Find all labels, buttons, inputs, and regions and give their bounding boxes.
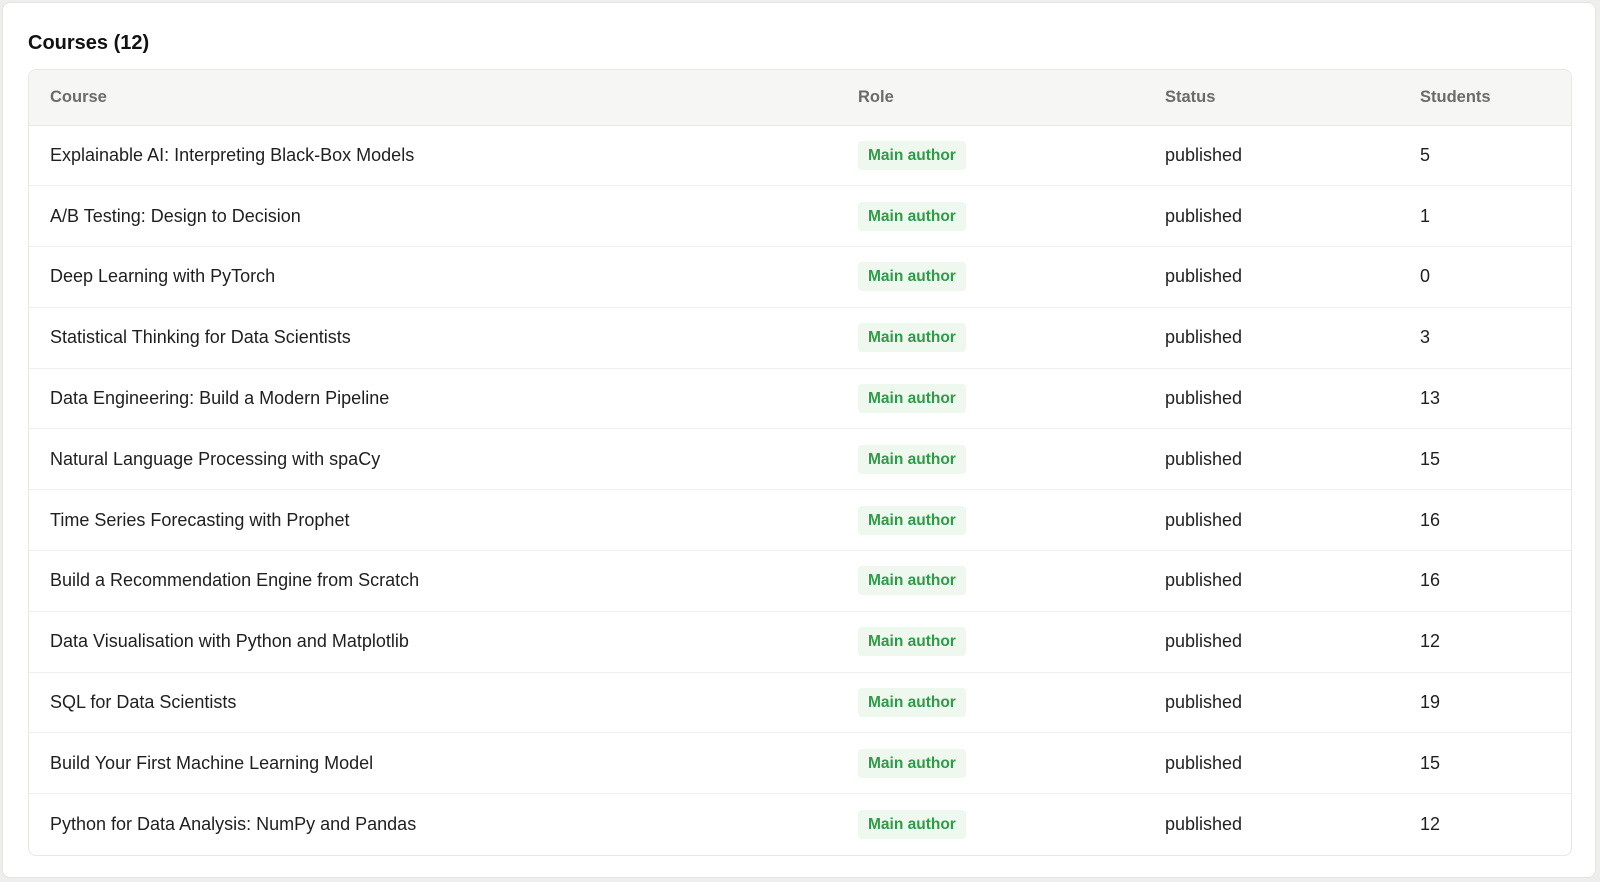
course-title-cell[interactable]: Time Series Forecasting with Prophet xyxy=(29,489,837,551)
status-cell: published xyxy=(1144,610,1399,673)
role-badge: Main author xyxy=(858,140,966,170)
status-cell: published xyxy=(1144,367,1399,429)
status-cell: published xyxy=(1144,428,1399,490)
role-badge: Main author xyxy=(858,323,966,353)
courses-table-container: Course Role Status Students Explainable … xyxy=(28,69,1572,856)
students-count-cell: 1 xyxy=(1399,185,1571,247)
course-title-cell[interactable]: Data Visualisation with Python and Matpl… xyxy=(29,610,837,673)
students-count-cell: 15 xyxy=(1399,428,1571,490)
status-cell: published xyxy=(1144,246,1399,308)
table-row[interactable]: SQL for Data Scientists Main author publis… xyxy=(29,671,1571,733)
role-cell: Main author xyxy=(837,185,1144,247)
status-cell: published xyxy=(1144,793,1399,855)
students-count-cell: 5 xyxy=(1420,144,1431,165)
table-row[interactable]: A/B Testing: Design to Decision Main auth… xyxy=(29,185,1571,247)
role-cell: Main author xyxy=(837,428,1144,490)
table-row[interactable]: Explainable AI: Interpreting Black-Box M… xyxy=(29,125,1571,186)
status-cell: published xyxy=(1144,550,1399,612)
role-cell: Main author xyxy=(837,367,1144,429)
table-row[interactable]: Natural Language Processing with spaCy Ma… xyxy=(29,428,1571,490)
role-cell: Main author xyxy=(837,610,1144,673)
course-title-cell[interactable]: Data Engineering: Build a Modern Pipelin… xyxy=(29,367,837,429)
status-cell: published xyxy=(1165,144,1243,165)
table-body: Explainable AI: Interpreting Black-Box M… xyxy=(29,125,1571,855)
course-title-cell[interactable]: Natural Language Processing with spaCy xyxy=(29,428,837,490)
table-row[interactable]: Data Engineering: Build a Modern Pipelin… xyxy=(29,367,1571,429)
table-row[interactable]: Data Visualisation with Python and Matpl… xyxy=(29,610,1571,673)
table-row[interactable]: Build Your First Machine Learning Model M… xyxy=(29,732,1571,794)
role-badge: Main author xyxy=(858,201,966,231)
course-title-cell[interactable]: Explainable AI: Interpreting Black-Box M… xyxy=(29,125,837,186)
students-count-cell: 16 xyxy=(1399,489,1571,551)
table-header: Course Role Status Students xyxy=(29,70,1571,126)
table-row[interactable]: Statistical Thinking for Data Scientists… xyxy=(29,306,1571,369)
column-header-students[interactable]: Students xyxy=(1399,70,1571,126)
role-cell: Main author xyxy=(837,793,1144,855)
course-title-cell[interactable]: Statistical Thinking for Data Scientists xyxy=(29,306,837,369)
course-title-cell[interactable]: A/B Testing: Design to Decision xyxy=(29,185,837,247)
role-badge: Main author xyxy=(858,384,966,414)
course-title-cell[interactable]: Deep Learning with PyTorch xyxy=(29,246,837,308)
students-count-cell: 13 xyxy=(1399,367,1571,429)
students-count-cell: 3 xyxy=(1399,306,1571,369)
status-cell: published xyxy=(1144,671,1399,733)
status-cell: published xyxy=(1144,185,1399,247)
table-row[interactable]: Build a Recommendation Engine from Scrat… xyxy=(29,550,1571,612)
table-row[interactable]: Time Series Forecasting with Prophet Main… xyxy=(29,489,1571,551)
role-badge: Main author xyxy=(858,262,966,292)
role-cell: Main author xyxy=(837,489,1144,551)
course-title-cell[interactable]: SQL for Data Scientists xyxy=(29,671,837,733)
role-cell: Main author xyxy=(837,671,1144,733)
role-cell: Main author xyxy=(837,306,1144,369)
students-count-cell: 19 xyxy=(1399,671,1571,733)
status-cell: published xyxy=(1144,306,1399,369)
role-badge: Main author xyxy=(858,566,966,596)
header-row: Course Role Status Students xyxy=(29,70,1571,126)
students-count-cell: 12 xyxy=(1399,610,1571,673)
students-count-cell: 0 xyxy=(1399,246,1571,308)
role-cell: Main author xyxy=(837,246,1144,308)
course-title-cell[interactable]: Python for Data Analysis: NumPy and Pand… xyxy=(29,793,837,855)
role-badge: Main author xyxy=(858,505,966,535)
role-cell: Main author xyxy=(837,125,1144,186)
students-count-cell: 12 xyxy=(1399,793,1571,855)
role-badge: Main author xyxy=(858,627,966,657)
course-title-cell[interactable]: Build a Recommendation Engine from Scrat… xyxy=(29,550,837,612)
role-cell: Main author xyxy=(837,550,1144,612)
students-count-cell: 15 xyxy=(1399,732,1571,794)
section-title: Courses (12) xyxy=(28,32,150,54)
table-row[interactable]: Python for Data Analysis: NumPy and Pand… xyxy=(29,793,1571,855)
role-badge: Main author xyxy=(858,688,966,718)
role-badge: Main author xyxy=(858,748,966,778)
role-badge: Main author xyxy=(858,444,966,474)
status-cell: published xyxy=(1144,489,1399,551)
role-cell: Main author xyxy=(837,732,1144,794)
status-cell: published xyxy=(1144,732,1399,794)
courses-table: Course Role Status Students Explainable … xyxy=(29,70,1571,855)
column-header-course[interactable]: Course xyxy=(29,70,837,126)
courses-panel: Courses (12) Course Role Status Students… xyxy=(2,2,1596,878)
column-header-role[interactable]: Role xyxy=(837,70,1144,126)
course-title-cell[interactable]: Build Your First Machine Learning Model xyxy=(29,732,837,794)
column-header-status[interactable]: Status xyxy=(1144,70,1399,126)
students-count-cell: 16 xyxy=(1399,550,1571,612)
table-row[interactable]: Deep Learning with PyTorch Main author pub… xyxy=(29,246,1571,308)
role-badge: Main author xyxy=(858,809,966,839)
